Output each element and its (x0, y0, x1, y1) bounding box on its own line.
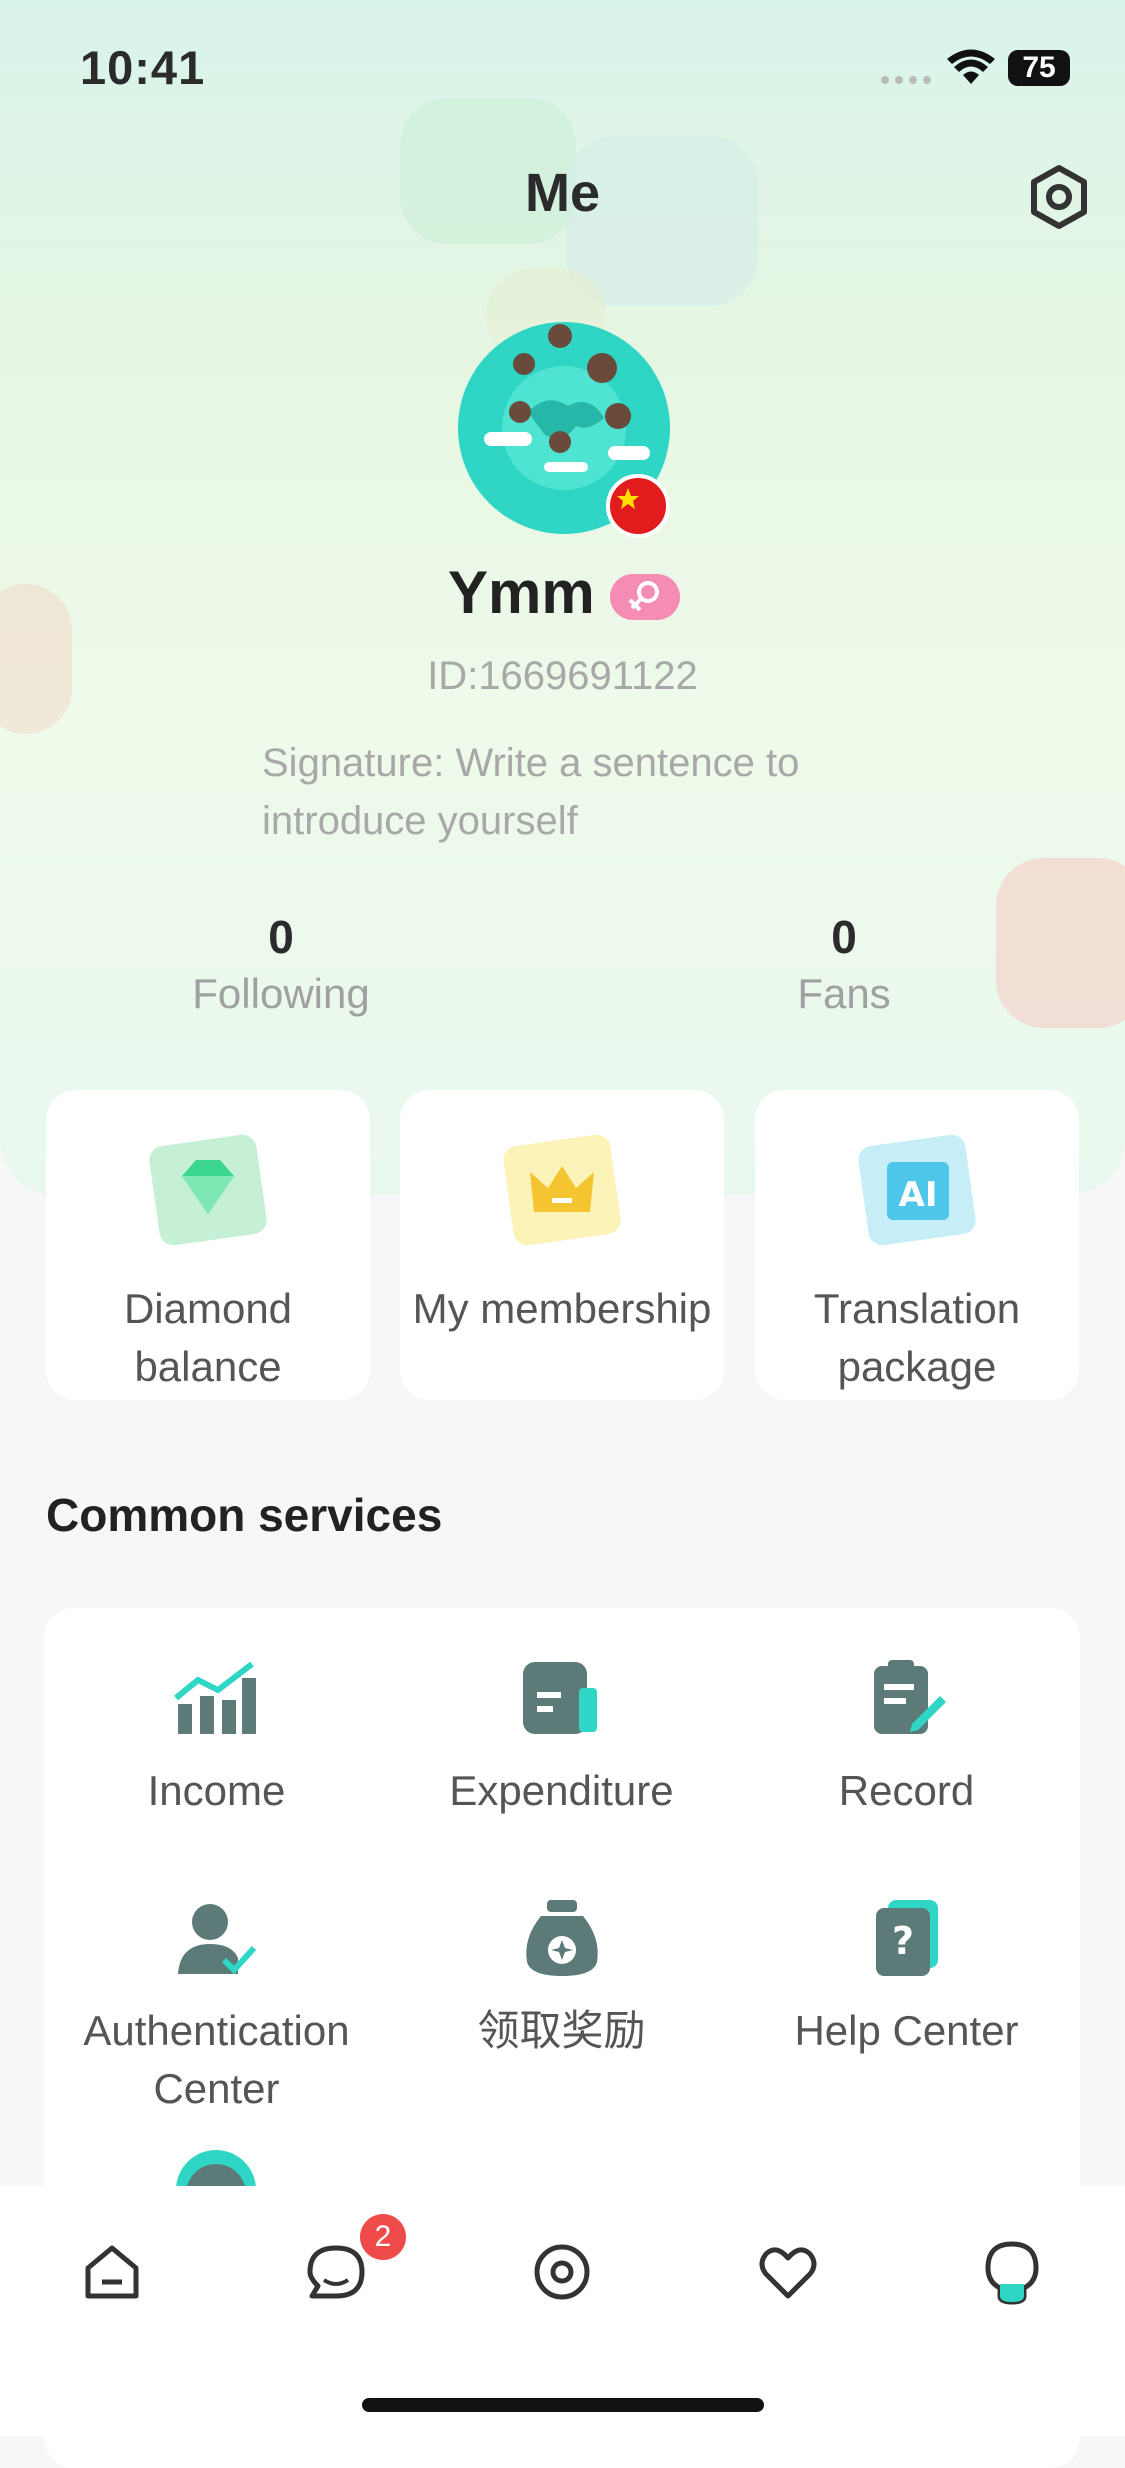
claim-reward-label: 领取奖励 (477, 2007, 646, 2054)
user-id: ID:1669691122 (427, 654, 698, 698)
china-flag-icon (606, 474, 670, 538)
following-stat[interactable]: 0 Following (131, 910, 431, 1030)
chart-up-icon (172, 1658, 262, 1743)
translation-package-label: Translation package (813, 1285, 1021, 1390)
home-icon[interactable] (80, 2240, 144, 2304)
membership-card[interactable]: My membership (400, 1090, 724, 1400)
help-book-icon: ? (862, 1898, 952, 1983)
following-label: Following (192, 970, 370, 1017)
page-title: Me (524, 163, 600, 223)
wifi-icon (946, 48, 996, 88)
heart-icon[interactable] (756, 2240, 820, 2304)
discover-icon[interactable] (530, 2240, 594, 2304)
clipboard-icon (862, 1658, 952, 1743)
authentication-center-item[interactable]: Authentication Center (44, 1898, 389, 2118)
authentication-center-label: Authentication Center (83, 2007, 350, 2112)
profile-icon[interactable] (980, 2238, 1044, 2306)
status-time: 10:41 (80, 41, 206, 94)
diamond-icon (146, 1132, 270, 1255)
chat-icon[interactable] (304, 2240, 368, 2304)
gear-icon[interactable] (1024, 162, 1094, 232)
fans-count: 0 (831, 911, 857, 963)
income-item[interactable]: Income (44, 1658, 389, 1818)
crown-icon (500, 1132, 624, 1255)
common-services-title: Common services (46, 1489, 443, 1541)
ai-translate-icon: AI (855, 1132, 979, 1255)
record-item[interactable]: Record (734, 1658, 1079, 1818)
reward-bag-icon (517, 1898, 607, 1983)
customer-service-icon[interactable] (166, 2146, 266, 2186)
record-label: Record (838, 1767, 975, 1814)
cellular-signal-icon (880, 72, 934, 84)
svg-text:?: ? (892, 1919, 914, 1963)
signature-text[interactable]: Signature: Write a sentence to introduce… (262, 734, 902, 850)
help-center-label: Help Center (794, 2007, 1019, 2054)
female-icon (610, 574, 680, 620)
decorative-right-heart-bubble (996, 858, 1125, 1028)
diamond-balance-card[interactable]: Diamond balance (46, 1090, 370, 1400)
wallet-icon (517, 1658, 607, 1743)
fans-stat[interactable]: 0 Fans (694, 910, 994, 1030)
battery-indicator: 75 (1008, 50, 1070, 86)
membership-label: My membership (412, 1285, 712, 1332)
translation-package-card[interactable]: AI Translation package (755, 1090, 1079, 1400)
help-center-item[interactable]: ? Help Center (734, 1898, 1079, 2058)
expenditure-item[interactable]: Expenditure (389, 1658, 734, 1818)
username: Ymm (448, 559, 595, 626)
svg-text:AI: AI (899, 1175, 938, 1215)
user-verified-icon (172, 1898, 262, 1983)
following-count: 0 (268, 911, 294, 963)
diamond-balance-label: Diamond balance (123, 1285, 293, 1390)
home-indicator (362, 2398, 764, 2412)
unread-badge: 2 (360, 2214, 406, 2260)
income-label: Income (147, 1767, 286, 1814)
expenditure-label: Expenditure (449, 1767, 674, 1814)
claim-reward-item[interactable]: 领取奖励 (389, 1898, 734, 2058)
fans-label: Fans (797, 970, 891, 1017)
